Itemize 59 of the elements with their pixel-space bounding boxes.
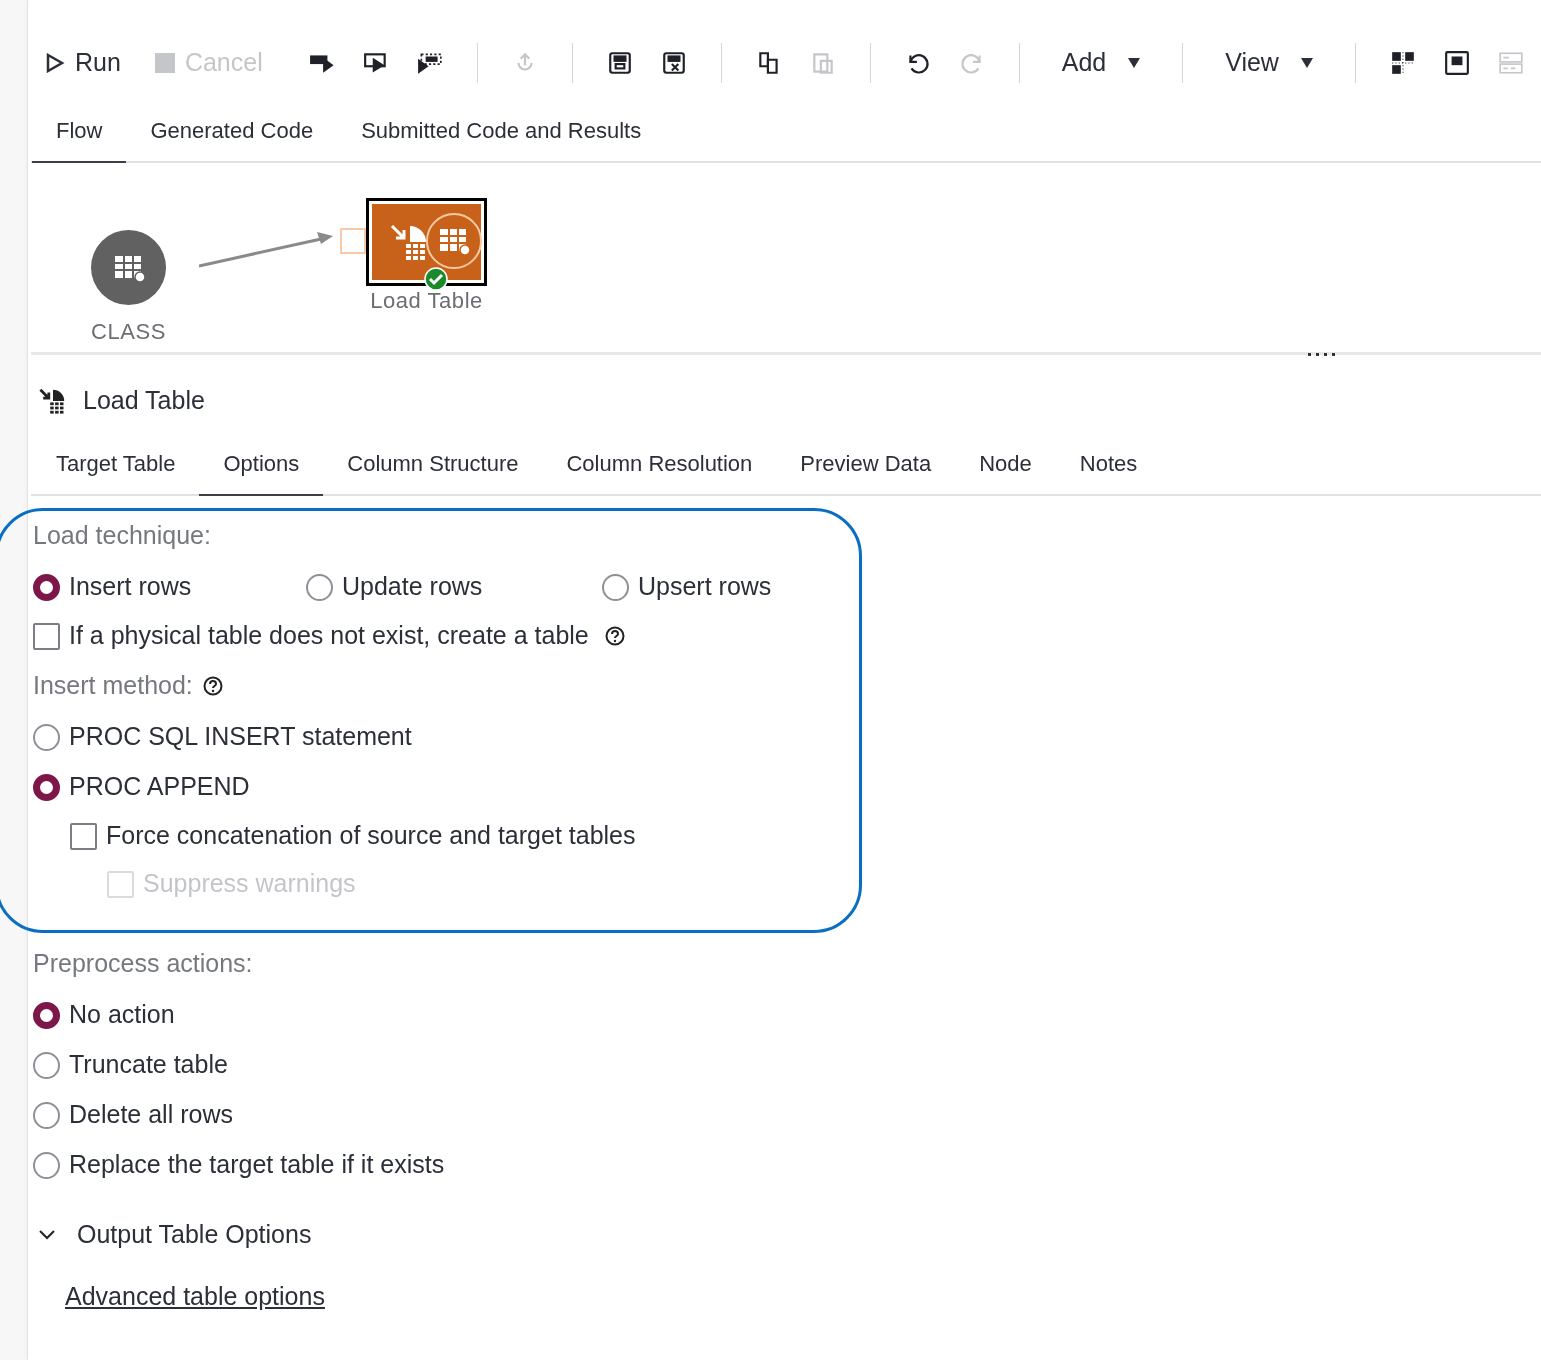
- tab[interactable]: Submitted Code and Results: [337, 110, 666, 163]
- radio-option[interactable]: No action: [33, 990, 1541, 1040]
- help-icon[interactable]: [202, 676, 223, 696]
- advanced-options-link[interactable]: Advanced table options: [65, 1278, 325, 1316]
- radio-option[interactable]: Insert rows: [33, 562, 306, 612]
- radio-button[interactable]: [33, 1051, 60, 1079]
- tab[interactable]: Preview Data: [776, 443, 956, 496]
- checkbox[interactable]: [70, 822, 97, 850]
- radio-option[interactable]: Delete all rows: [33, 1090, 1541, 1140]
- tab[interactable]: Options: [199, 443, 324, 496]
- input-port[interactable]: [340, 228, 366, 254]
- radio-option[interactable]: Replace the target table if it exists: [33, 1140, 1541, 1190]
- stop-icon: [154, 53, 175, 73]
- radio-button[interactable]: [306, 573, 333, 601]
- section-label: Preprocess actions:: [33, 948, 253, 980]
- tab[interactable]: Node: [955, 443, 1056, 496]
- run-button[interactable]: Run: [43, 44, 123, 82]
- dropdown-button[interactable]: View: [1203, 44, 1335, 82]
- caret-icon: [1128, 58, 1141, 68]
- radio-option[interactable]: Truncate table: [33, 1040, 1541, 1090]
- help-icon[interactable]: [604, 626, 625, 646]
- checkbox-option[interactable]: Force concatenation of source and target tables: [70, 817, 636, 855]
- radio-button[interactable]: [33, 773, 60, 801]
- section-label: Load technique:: [33, 520, 211, 552]
- table-badge: [426, 213, 482, 269]
- checkbox-option[interactable]: If a physical table does not exist, create a table: [33, 617, 589, 655]
- node-label: Load Table: [370, 287, 483, 315]
- caret-icon: [1300, 58, 1313, 68]
- radio-option[interactable]: Upsert rows: [602, 562, 898, 612]
- panel-title: Load Table: [83, 385, 205, 417]
- tab[interactable]: Column Structure: [323, 443, 543, 496]
- tab[interactable]: Column Resolution: [542, 443, 777, 496]
- section-toggle[interactable]: Output Table Options: [33, 1200, 312, 1270]
- radio-option[interactable]: PROC SQL INSERT statement: [33, 712, 1541, 762]
- radio-button[interactable]: [33, 723, 60, 751]
- drag-handle-icon[interactable]: [1308, 353, 1338, 357]
- radio-option[interactable]: Update rows: [306, 562, 602, 612]
- tab[interactable]: Notes: [1055, 443, 1162, 496]
- tab[interactable]: Target Table: [32, 443, 200, 496]
- radio-button[interactable]: [602, 573, 629, 601]
- save-icon: [606, 50, 633, 76]
- section-label: Insert method:: [33, 670, 193, 702]
- radio-button[interactable]: [33, 1151, 60, 1179]
- tab[interactable]: Flow: [32, 110, 127, 163]
- play-icon: [45, 53, 65, 73]
- radio-button[interactable]: [33, 573, 60, 601]
- save-as-icon: [660, 50, 687, 76]
- square-frame-icon: [1443, 50, 1470, 76]
- radio-button[interactable]: [33, 1101, 60, 1129]
- chevron-icon: [39, 1230, 55, 1240]
- radio-option[interactable]: PROC APPEND: [33, 762, 1541, 812]
- load-arrow-grid-icon: [39, 387, 67, 415]
- checkbox[interactable]: [33, 622, 60, 650]
- tab[interactable]: Generated Code: [126, 110, 338, 163]
- node-label: CLASS: [91, 318, 166, 346]
- grid-layout-icon: [1389, 50, 1416, 76]
- radio-button[interactable]: [33, 1001, 60, 1029]
- dropdown-button[interactable]: Add: [1039, 44, 1163, 82]
- panels-icon: [1497, 50, 1524, 76]
